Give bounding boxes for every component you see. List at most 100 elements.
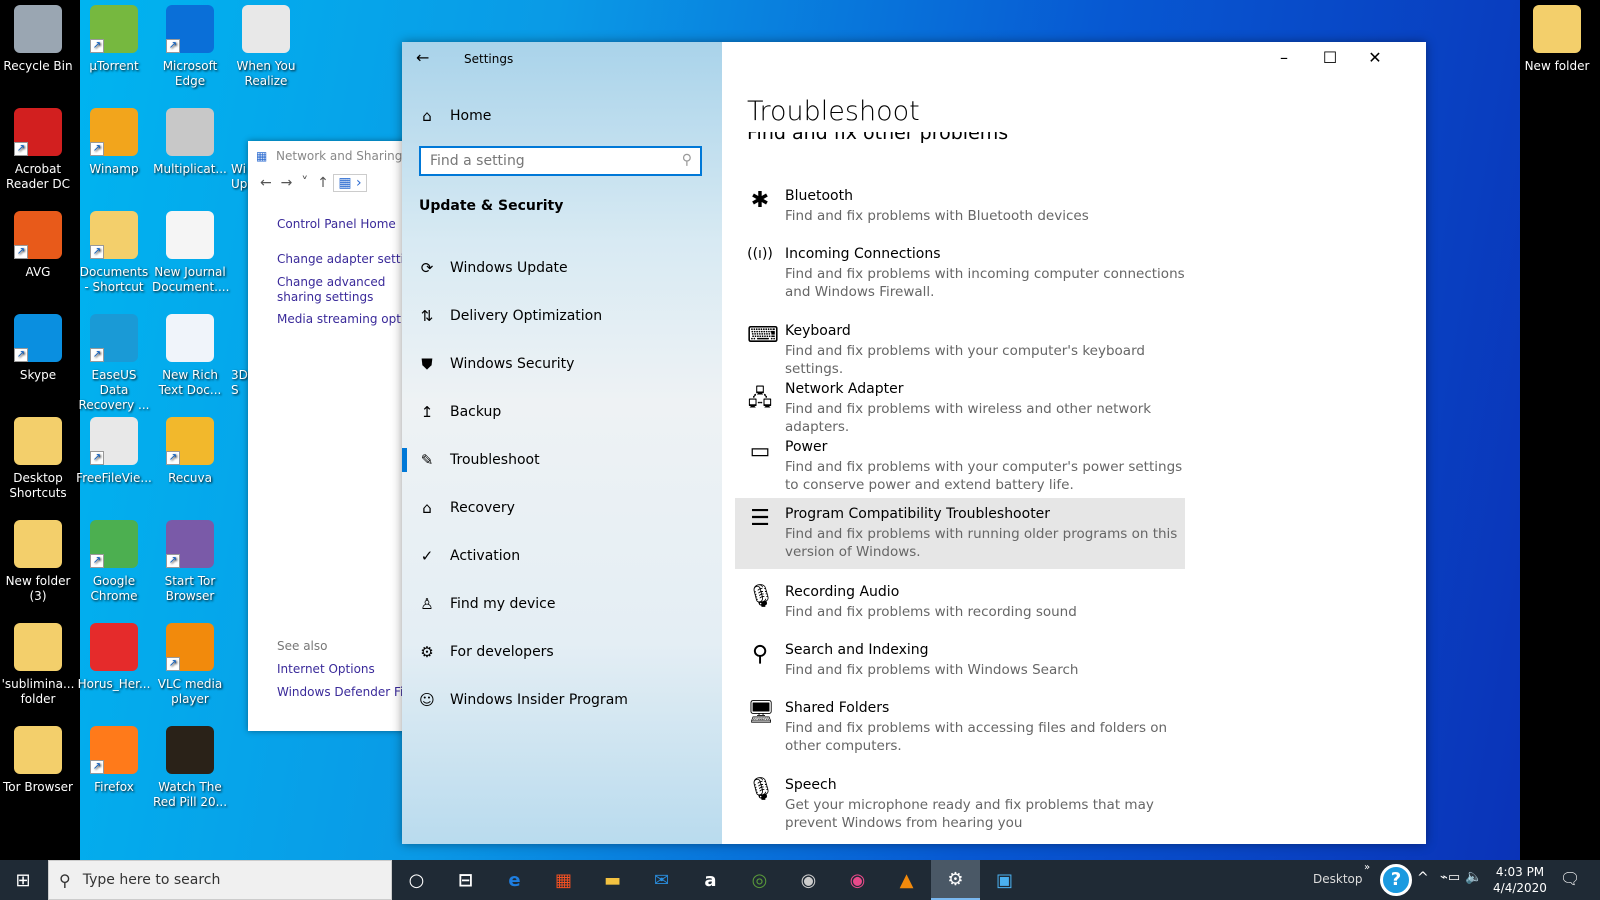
taskbar-mail[interactable]: ✉ <box>637 860 686 900</box>
desktop-icon-firefox[interactable]: ↗ Firefox <box>76 726 152 795</box>
media-streaming-link[interactable]: Media streaming options <box>277 312 407 326</box>
desktop-icon-new-folder-3[interactable]: New folder (3) <box>0 520 76 604</box>
troubleshooter-name: Shared Folders <box>785 700 890 716</box>
troubleshooter-power[interactable]: ▭ Power Find and fix problems with your co… <box>735 431 1185 502</box>
taskbar-store[interactable]: ▦ <box>539 860 588 900</box>
desktop-icon-when-you-realize[interactable]: When You Realize <box>228 5 304 89</box>
troubleshooter-incoming-connections[interactable]: ((ı)) Incoming Connections Find and fix pr… <box>735 238 1185 309</box>
volume-icon[interactable]: 🔈 <box>1465 869 1482 885</box>
desktop-icon-freefilevie[interactable]: ↗ FreeFileVie... <box>76 417 152 486</box>
desktop-icon-tor-browser[interactable]: Tor Browser <box>0 726 76 795</box>
desktop-icon-google-chrome[interactable]: ↗ Google Chrome <box>76 520 152 604</box>
sidebar-item-label: Windows Security <box>450 356 575 372</box>
sidebar-item-troubleshoot[interactable]: ✎ Troubleshoot <box>402 440 722 480</box>
sidebar-item-backup[interactable]: ↥ Backup <box>402 392 722 432</box>
sidebar-item-label: Find my device <box>450 596 556 612</box>
shortcut-arrow-icon: ↗ <box>90 39 104 53</box>
taskbar-edge[interactable]: e <box>490 860 539 900</box>
change-advanced-sharing-link[interactable]: Change advanced sharing settings <box>277 275 407 305</box>
taskbar-vlc[interactable]: ▲ <box>882 860 931 900</box>
firewall-link[interactable]: Windows Defender Firewall <box>277 685 407 699</box>
horus-her-icon <box>90 623 138 671</box>
sidebar-item-windows-update[interactable]: ⟳ Windows Update <box>402 248 722 288</box>
taskbar-control-panel[interactable]: ▣ <box>980 860 1029 900</box>
action-center-icon[interactable]: 🗨 <box>1560 869 1580 888</box>
desktop-icon-partial-label[interactable]: 3D S <box>231 368 249 398</box>
find-setting-input[interactable]: Find a setting ⚲ <box>419 146 702 176</box>
desktop-icon-torrent[interactable]: ↗ µTorrent <box>76 5 152 74</box>
shortcut-arrow-icon: ↗ <box>166 554 180 568</box>
change-adapter-settings-link[interactable]: Change adapter settings <box>277 252 407 266</box>
sidebar-home[interactable]: ⌂ Home <box>402 96 722 136</box>
taskbar-task-view[interactable]: ○ <box>392 860 441 900</box>
sidebar-item-windows-security[interactable]: ⛊ Windows Security <box>402 344 722 384</box>
troubleshooter-recording-audio[interactable]: 🎙 Recording Audio Find and fix problems wi… <box>735 576 1185 629</box>
desktop-icon-partial-label[interactable]: Wi Up <box>231 162 249 192</box>
nav-buttons[interactable]: ← → ˅ ↑ ▦ › <box>260 174 367 192</box>
desktop-icon-sublimina-folder[interactable]: 'sublimina... folder <box>0 623 76 707</box>
help-icon[interactable]: ? <box>1380 864 1412 896</box>
desktop-icon-new-folder[interactable]: New folder <box>1519 5 1595 74</box>
control-panel-home-link[interactable]: Control Panel Home <box>277 217 407 231</box>
taskbar-file-explorer[interactable]: ▬ <box>588 860 637 900</box>
sidebar-item-delivery-optimization[interactable]: ⇅ Delivery Optimization <box>402 296 722 336</box>
start-button[interactable]: ⊞ <box>0 864 46 896</box>
tripadvisor-icon: ◎ <box>751 869 768 891</box>
desktop-icon-vlc-media-player[interactable]: ↗ VLC media player <box>152 623 228 707</box>
power-icon[interactable]: ⌁▭ <box>1440 870 1460 885</box>
maximize-button[interactable]: ☐ <box>1315 48 1345 67</box>
desktop-icon-documents-shortcut[interactable]: ↗ Documents - Shortcut <box>76 211 152 295</box>
sidebar-item-windows-insider-program[interactable]: ☺ Windows Insider Program <box>402 680 722 720</box>
start-tor-browser-icon: ↗ <box>166 520 214 568</box>
sidebar-item-for-developers[interactable]: ⚙ For developers <box>402 632 722 672</box>
internet-options-link[interactable]: Internet Options <box>277 662 407 676</box>
taskbar-color-app[interactable]: ◉ <box>833 860 882 900</box>
taskbar-amazon[interactable]: a <box>686 860 735 900</box>
troubleshooter-speech[interactable]: 🎙 Speech Get your microphone ready and fix… <box>735 769 1185 840</box>
taskbar-settings[interactable]: ⚙ <box>931 860 980 900</box>
sidebar-item-label: Activation <box>450 548 521 564</box>
desktop-icon-winamp[interactable]: ↗ Winamp <box>76 108 152 177</box>
taskbar-tripadvisor[interactable]: ◎ <box>735 860 784 900</box>
network-sharing-window[interactable]: ▦ Network and Sharing C ← → ˅ ↑ ▦ › Cont… <box>248 141 415 731</box>
desktop-icon-microsoft-edge[interactable]: ↗ Microsoft Edge <box>152 5 228 89</box>
desktop-icon-new-rich-text-doc[interactable]: New Rich Text Doc... <box>152 314 228 398</box>
search-icon: ⚲ <box>681 152 692 168</box>
sidebar-item-recovery[interactable]: ⌂ Recovery <box>402 488 722 528</box>
sidebar-item-find-my-device[interactable]: ♙ Find my device <box>402 584 722 624</box>
desktop-icon-desktop-shortcuts[interactable]: Desktop Shortcuts <box>0 417 76 501</box>
troubleshooter-program-compatibility-troubleshooter[interactable]: ☰ Program Compatibility Troubleshooter Fin… <box>735 498 1185 569</box>
troubleshooter-bluetooth[interactable]: ✱ Bluetooth Find and fix problems with Blu… <box>735 180 1185 233</box>
desktop-icon-multiplicat[interactable]: Multiplicat... <box>152 108 228 177</box>
taskbar-camera[interactable]: ◉ <box>784 860 833 900</box>
show-hidden-icons[interactable]: ^ <box>1417 870 1429 886</box>
desktop-icon-recuva[interactable]: ↗ Recuva <box>152 417 228 486</box>
desktop-icon-watch-the-red-pill-20[interactable]: Watch The Red Pill 20... <box>152 726 228 810</box>
desktop-icon-new-journal-document[interactable]: New Journal Document.... <box>152 211 229 295</box>
back-arrow-icon[interactable]: ← <box>416 48 429 67</box>
toolbar-expand-icon[interactable]: » <box>1364 862 1370 873</box>
desktop-toolbar-label[interactable]: Desktop <box>1313 872 1363 886</box>
window-title: Settings <box>464 52 514 66</box>
clock[interactable]: 4:03 PM 4/4/2020 <box>1490 864 1550 896</box>
desktop-icon-skype[interactable]: ↗ Skype <box>0 314 76 383</box>
taskbar-search-box[interactable]: ⚲ Type here to search <box>48 860 392 900</box>
close-button[interactable]: ✕ <box>1360 48 1390 67</box>
vlc-icon: ▲ <box>899 869 914 891</box>
troubleshooter-search-and-indexing[interactable]: ⚲ Search and Indexing Find and fix problem… <box>735 634 1185 687</box>
desktop-icon-easeus-data-recovery[interactable]: ↗ EaseUS Data Recovery ... <box>76 314 152 413</box>
windows-logo-icon: ⊞ <box>15 869 31 891</box>
minimize-button[interactable]: – <box>1269 48 1299 67</box>
desktop-icon-acrobat-reader-dc[interactable]: ↗ Acrobat Reader DC <box>0 108 76 192</box>
shortcut-arrow-icon: ↗ <box>14 348 28 362</box>
task-view-icon: ○ <box>408 869 425 891</box>
sidebar-item-activation[interactable]: ✓ Activation <box>402 536 722 576</box>
desktop-icon-avg[interactable]: ↗ AVG <box>0 211 76 280</box>
desktop-icon-start-tor-browser[interactable]: ↗ Start Tor Browser <box>152 520 228 604</box>
desktop-icon-recycle-bin[interactable]: Recycle Bin <box>0 5 76 74</box>
icon-label: AVG <box>25 265 51 279</box>
desktop-icon-horus-her[interactable]: Horus_Her... <box>76 623 152 692</box>
taskbar-timeline[interactable]: ⊟ <box>441 860 490 900</box>
date: 4/4/2020 <box>1493 881 1547 895</box>
troubleshooter-shared-folders[interactable]: 🖥 Shared Folders Find and fix problems wit… <box>735 692 1185 763</box>
